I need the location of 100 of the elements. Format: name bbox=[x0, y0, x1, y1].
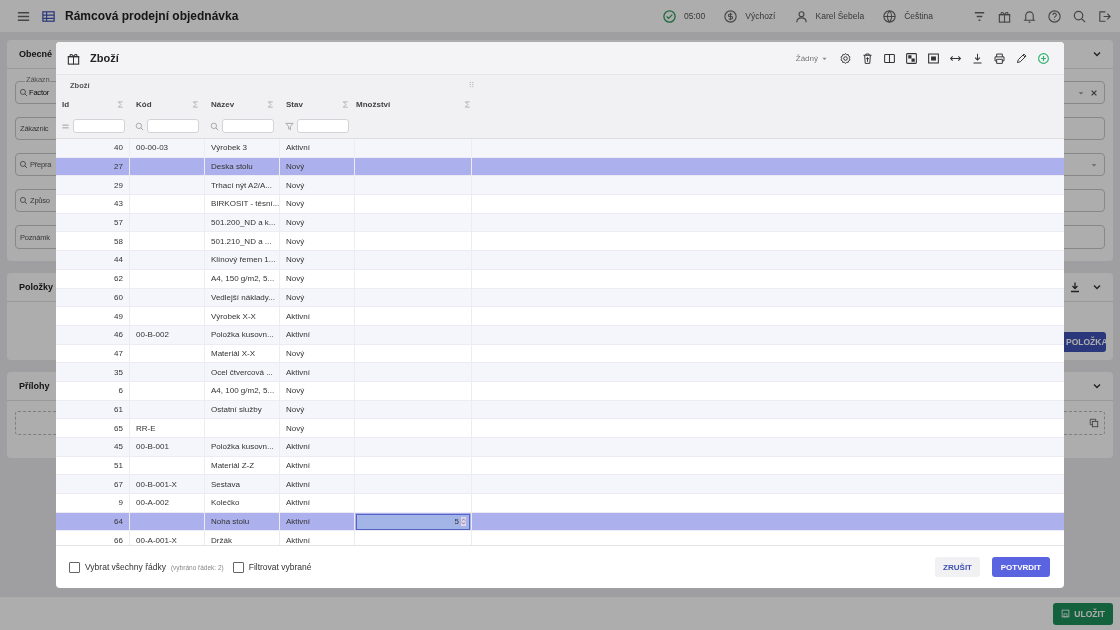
column-header[interactable]: Stav bbox=[280, 95, 355, 114]
table-cell: Aktivní bbox=[286, 330, 310, 340]
settings-icon[interactable] bbox=[839, 51, 852, 65]
table-row[interactable]: 58 501.210_ND a ... Nový bbox=[56, 232, 1064, 252]
table-cell: Nový bbox=[286, 180, 305, 190]
table-cell: Nový bbox=[286, 386, 305, 396]
table-cell: 58 bbox=[114, 236, 123, 246]
table-cell: Materiál Z-Z bbox=[211, 461, 255, 471]
checkbox-label[interactable]: Vybrat všechny řádky bbox=[85, 562, 166, 572]
add-circle-icon[interactable] bbox=[1037, 51, 1050, 65]
table-cell: Ocel čtvercová ... bbox=[211, 367, 273, 377]
user-name[interactable]: Karel Šebela bbox=[815, 11, 865, 21]
table-row[interactable]: 29 Trhací nýt A2/A... Nový bbox=[56, 176, 1064, 196]
table-row[interactable]: 65 RR-E Nový bbox=[56, 419, 1064, 438]
column-header[interactable]: Název bbox=[205, 95, 280, 114]
filter-field[interactable] bbox=[73, 119, 125, 133]
language-label[interactable]: Čeština bbox=[904, 11, 933, 21]
drag-handle-icon[interactable] bbox=[469, 81, 474, 88]
download-icon[interactable] bbox=[1069, 281, 1081, 293]
table-row[interactable]: 44 Klínový řemen 1... Nový bbox=[56, 251, 1064, 270]
table-cell: Nový bbox=[286, 274, 305, 284]
table-cell: RR-E bbox=[136, 423, 156, 433]
cancel-button[interactable]: ZRUŠIT bbox=[935, 557, 980, 577]
view-dropdown[interactable]: Žádný bbox=[795, 53, 828, 63]
confirm-button[interactable]: POTVRDIT bbox=[992, 557, 1050, 577]
frame-icon[interactable] bbox=[927, 51, 940, 65]
search-icon bbox=[19, 196, 28, 205]
table-row[interactable]: 67 00-B-001-X Sestava Aktivní bbox=[56, 475, 1064, 495]
filter-field[interactable] bbox=[297, 119, 349, 133]
currency-label[interactable]: Výchozí bbox=[745, 11, 776, 21]
table-row[interactable]: 35 Ocel čtvercová ... Aktivní bbox=[56, 363, 1064, 382]
checkbox-label[interactable]: Filtrovat vybrané bbox=[248, 562, 312, 572]
table-cell: Nový bbox=[286, 162, 305, 172]
table-cell: 501.210_ND a ... bbox=[211, 236, 272, 246]
check-circle-icon bbox=[661, 8, 677, 24]
table-cell: 6 bbox=[118, 386, 123, 396]
table-row[interactable]: 43 BIRKOSIT - těsní... Nový bbox=[56, 195, 1064, 214]
edit-icon[interactable] bbox=[1015, 51, 1028, 65]
checker-square-icon[interactable] bbox=[905, 51, 918, 65]
table-cell: Trhací nýt A2/A... bbox=[211, 180, 273, 190]
copy-icon[interactable] bbox=[1089, 418, 1099, 428]
table-cell: 61 bbox=[114, 404, 123, 414]
checkbox[interactable] bbox=[232, 561, 244, 573]
column-header[interactable]: Kód bbox=[130, 95, 205, 114]
table-cell: 51 bbox=[114, 461, 123, 471]
table-cell: Aktivní bbox=[286, 442, 310, 452]
user-icon bbox=[793, 8, 809, 24]
table-icon bbox=[41, 8, 56, 24]
table-cell: BIRKOSIT - těsní... bbox=[211, 199, 280, 209]
table-cell: 9 bbox=[118, 498, 123, 508]
table-cell: 60 bbox=[114, 292, 123, 302]
table-cell: 65 bbox=[114, 423, 123, 433]
table-cell: Aktivní bbox=[286, 517, 310, 527]
table-cell: 00-00-03 bbox=[136, 143, 169, 153]
quantity-field[interactable]: 5 bbox=[356, 513, 470, 530]
table-cell: Klínový řemen 1... bbox=[211, 255, 276, 265]
table-cell: Kolečko bbox=[211, 498, 240, 508]
table-cell: 00-B-002 bbox=[136, 330, 169, 340]
table-cell: 00-A-002 bbox=[136, 498, 169, 508]
download-icon[interactable] bbox=[971, 51, 984, 65]
print-icon[interactable] bbox=[993, 51, 1006, 65]
table-cell: Materiál X-X bbox=[211, 348, 255, 358]
filter-field[interactable] bbox=[147, 119, 199, 133]
search-icon[interactable] bbox=[1072, 8, 1087, 24]
save-icon bbox=[1061, 609, 1071, 618]
table-row[interactable]: 49 Výrobek X-X Aktivní bbox=[56, 307, 1064, 326]
table-cell: Ostatní služby bbox=[211, 404, 262, 414]
table-cell: Nový bbox=[286, 236, 305, 246]
table-cell: Výrobek X-X bbox=[211, 311, 256, 321]
columns-icon[interactable] bbox=[883, 51, 896, 65]
table-cell: Aktivní bbox=[286, 498, 310, 508]
table-row[interactable]: 40 00-00-03 Výrobek 3 Aktivní bbox=[56, 139, 1064, 158]
checkbox[interactable] bbox=[69, 561, 80, 573]
clear-icon[interactable] bbox=[1090, 88, 1098, 97]
table-cell: Nový bbox=[286, 348, 305, 358]
table-cell: Aktivní bbox=[286, 311, 310, 321]
dialog-title: Zboží bbox=[90, 52, 119, 64]
time-label[interactable]: 05:00 bbox=[683, 11, 706, 21]
table-cell: 45 bbox=[114, 442, 123, 452]
table-row[interactable]: 45 00-B-001 Položka kusovn... Aktivní bbox=[56, 438, 1064, 457]
table-cell: 00-B-001 bbox=[136, 442, 169, 452]
table-cell: 64 bbox=[114, 517, 123, 527]
table-row[interactable]: 9 00-A-002 Kolečko Aktivní bbox=[56, 494, 1064, 513]
column-header[interactable]: Množství bbox=[355, 95, 472, 114]
help-icon[interactable] bbox=[1047, 8, 1062, 24]
table-cell: 40 bbox=[114, 143, 123, 153]
trash-icon[interactable] bbox=[861, 51, 874, 65]
logout-icon[interactable] bbox=[1097, 8, 1112, 24]
dollar-circle-icon bbox=[723, 8, 739, 24]
table-cell: Aktivní bbox=[286, 367, 310, 377]
table-cell: 49 bbox=[114, 311, 123, 321]
filter-field[interactable] bbox=[222, 119, 274, 133]
bell-icon[interactable] bbox=[1022, 8, 1037, 24]
table-cell: 67 bbox=[114, 479, 123, 489]
table-cell: Aktivní bbox=[286, 535, 310, 545]
column-header[interactable]: Id bbox=[56, 95, 130, 114]
table-cell: 29 bbox=[114, 180, 123, 190]
search-icon bbox=[19, 88, 28, 97]
table-cell: Držák bbox=[211, 535, 232, 545]
table-cell: A4, 100 g/m2, 5... bbox=[211, 386, 275, 396]
